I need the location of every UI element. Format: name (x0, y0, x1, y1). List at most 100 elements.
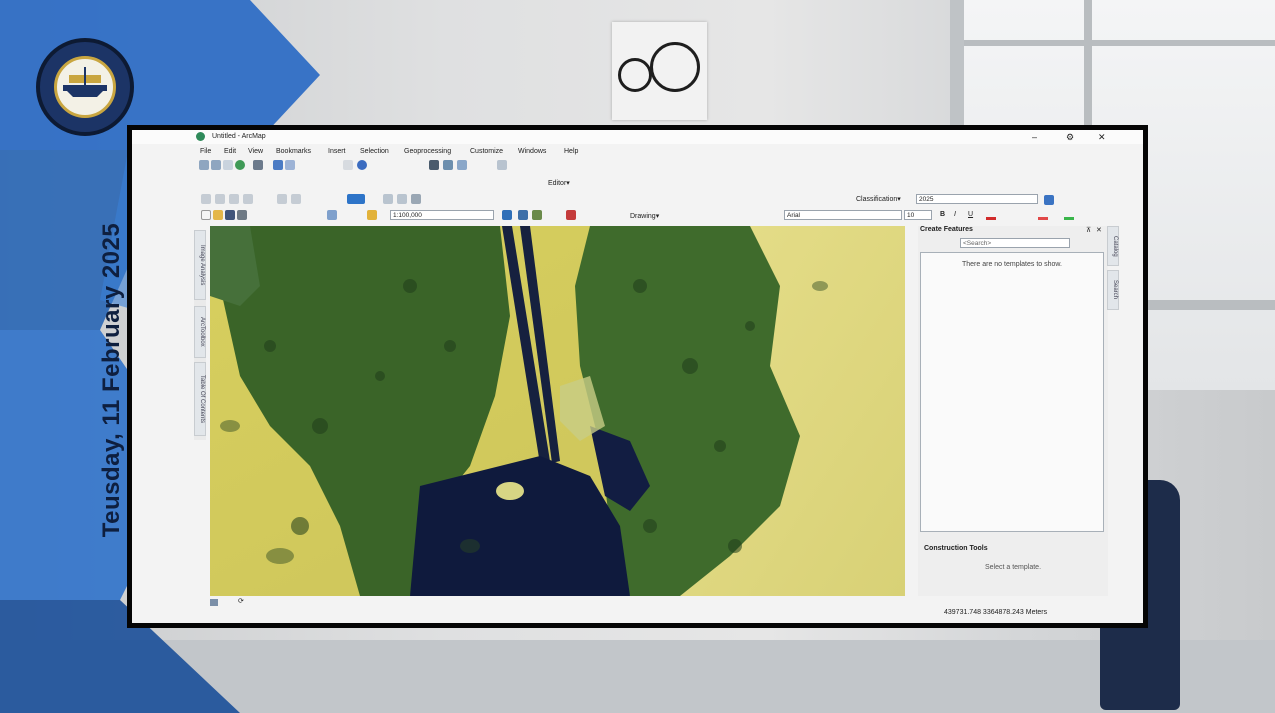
menu-help[interactable]: Help (564, 148, 578, 155)
tool-icon[interactable] (397, 194, 407, 204)
construction-tools-message: Select a template. (984, 564, 1042, 571)
drawing-label: Drawing (630, 213, 656, 220)
catalog-icon[interactable] (532, 210, 542, 220)
close-panel-icon[interactable]: ✕ (1096, 226, 1102, 234)
right-dock: Catalog Search (1107, 226, 1119, 316)
title-bar: Untitled - ArcMap – ⚙ ✕ (132, 130, 1143, 144)
chevron-down-icon: ▾ (655, 213, 660, 220)
back-icon[interactable] (273, 160, 283, 170)
tab-arctoolbox[interactable]: ArcToolbox (194, 306, 206, 358)
globe-icon[interactable] (235, 160, 245, 170)
menu-geoprocessing[interactable]: Geoprocessing (404, 148, 451, 155)
empty-templates-message: There are no templates to show. (962, 261, 1062, 268)
zoom-in-icon[interactable] (199, 160, 209, 170)
menu-bookmarks[interactable]: Bookmarks (276, 148, 311, 155)
menu-customize[interactable]: Customize (470, 148, 503, 155)
scale-select[interactable]: 1:100,000 (390, 210, 494, 220)
construction-tools-title: Construction Tools (924, 545, 988, 552)
settings-icon[interactable]: ⚙ (1066, 132, 1074, 143)
find-icon[interactable] (429, 160, 439, 170)
editor-toolbar-icon[interactable] (502, 210, 512, 220)
menu-bar: File Edit View Bookmarks Insert Selectio… (132, 145, 1143, 157)
tab-search[interactable]: Search (1107, 270, 1119, 310)
tool-icon[interactable] (277, 194, 287, 204)
hyperlink-icon[interactable] (457, 160, 467, 170)
open-icon[interactable] (213, 210, 223, 220)
select-icon[interactable] (343, 160, 353, 170)
forward-icon[interactable] (285, 160, 295, 170)
create-features-panel: Create Features ⊼ ✕ <Search> There are n… (918, 226, 1108, 596)
tool-icon[interactable] (215, 194, 225, 204)
add-data-icon[interactable] (367, 210, 377, 220)
ship-emblem (54, 56, 116, 118)
chevron-down-icon: ▾ (897, 196, 901, 203)
save-icon[interactable] (225, 210, 235, 220)
scale-value: 1:100,000 (393, 212, 422, 219)
html-popup-icon[interactable] (497, 160, 507, 170)
underline-button[interactable]: U (968, 211, 973, 218)
layer-properties-icon[interactable] (1044, 195, 1054, 205)
refresh-icon[interactable]: ⟳ (238, 597, 244, 605)
tool-icon[interactable] (229, 194, 239, 204)
menu-selection[interactable]: Selection (360, 148, 389, 155)
font-color-icon[interactable] (986, 210, 996, 220)
menu-file[interactable]: File (200, 148, 211, 155)
print-icon[interactable] (237, 210, 247, 220)
minimize-icon[interactable]: – (1032, 132, 1037, 142)
classification-menu[interactable]: Classification▾ (856, 195, 901, 203)
bold-button[interactable]: B (940, 211, 945, 218)
map-view[interactable] (210, 226, 905, 596)
fixed-zoom-icon[interactable] (253, 160, 263, 170)
status-bar: ⟳ 439731.748 3364878.243 Meters (132, 598, 1143, 622)
tab-catalog[interactable]: Catalog (1107, 226, 1119, 266)
drawing-menu[interactable]: Drawing▾ (630, 212, 659, 220)
undo-icon[interactable] (327, 210, 337, 220)
new-doc-icon[interactable] (201, 210, 211, 220)
window-title: Untitled - ArcMap (212, 133, 266, 140)
fill-color-icon[interactable] (1038, 210, 1048, 220)
measure-icon[interactable] (443, 160, 453, 170)
institution-logo (36, 38, 134, 136)
arcmap-window: Untitled - ArcMap – ⚙ ✕ File Edit View B… (132, 130, 1143, 623)
close-icon[interactable]: ✕ (1098, 132, 1106, 143)
line-color-icon[interactable] (1064, 210, 1074, 220)
toolbox-icon[interactable] (566, 210, 576, 220)
menu-windows[interactable]: Windows (518, 148, 546, 155)
left-dock: Image Analysis ArcToolbox Table Of Conte… (194, 230, 206, 440)
template-search-input[interactable]: <Search> (960, 238, 1070, 248)
identify-icon[interactable] (357, 160, 367, 170)
italic-button[interactable]: I (954, 211, 956, 218)
templates-list: There are no templates to show. (920, 252, 1104, 532)
tool-icon[interactable] (411, 194, 421, 204)
tool-icon[interactable] (383, 194, 393, 204)
zoom-out-icon[interactable] (211, 160, 221, 170)
menu-view[interactable]: View (248, 148, 263, 155)
editor-label: Editor (548, 180, 567, 187)
font-size-value: 10 (907, 212, 915, 219)
font-select[interactable]: Arial (784, 210, 902, 220)
menu-insert[interactable]: Insert (328, 148, 346, 155)
screenshot-frame: Untitled - ArcMap – ⚙ ✕ File Edit View B… (127, 125, 1148, 628)
tool-icon[interactable] (243, 194, 253, 204)
layer-select[interactable]: 2025 (916, 194, 1038, 204)
tool-icon[interactable] (201, 194, 211, 204)
coordinates-readout: 439731.748 3364878.243 Meters (944, 609, 1048, 616)
classification-label: Classification (856, 196, 898, 203)
font-value: Arial (787, 212, 801, 219)
color-swatch-icon[interactable] (347, 194, 365, 204)
create-features-title: Create Features (920, 226, 973, 233)
menu-edit[interactable]: Edit (224, 148, 236, 155)
table-icon[interactable] (518, 210, 528, 220)
layout-view-icon[interactable] (210, 599, 218, 606)
tool-icon[interactable] (291, 194, 301, 204)
tab-table-of-contents[interactable]: Table Of Contents (194, 362, 206, 436)
pin-icon[interactable]: ⊼ (1086, 226, 1091, 234)
app-icon (196, 132, 205, 141)
date-label: Teusday, 11 February 2025 (98, 222, 125, 538)
editor-menu[interactable]: Editor▾ (548, 179, 570, 187)
search-placeholder: <Search> (963, 240, 992, 247)
pan-icon[interactable] (223, 160, 233, 170)
standard-toolbar (197, 159, 1131, 171)
font-size-select[interactable]: 10 (904, 210, 932, 220)
tab-image-analysis[interactable]: Image Analysis (194, 230, 206, 300)
